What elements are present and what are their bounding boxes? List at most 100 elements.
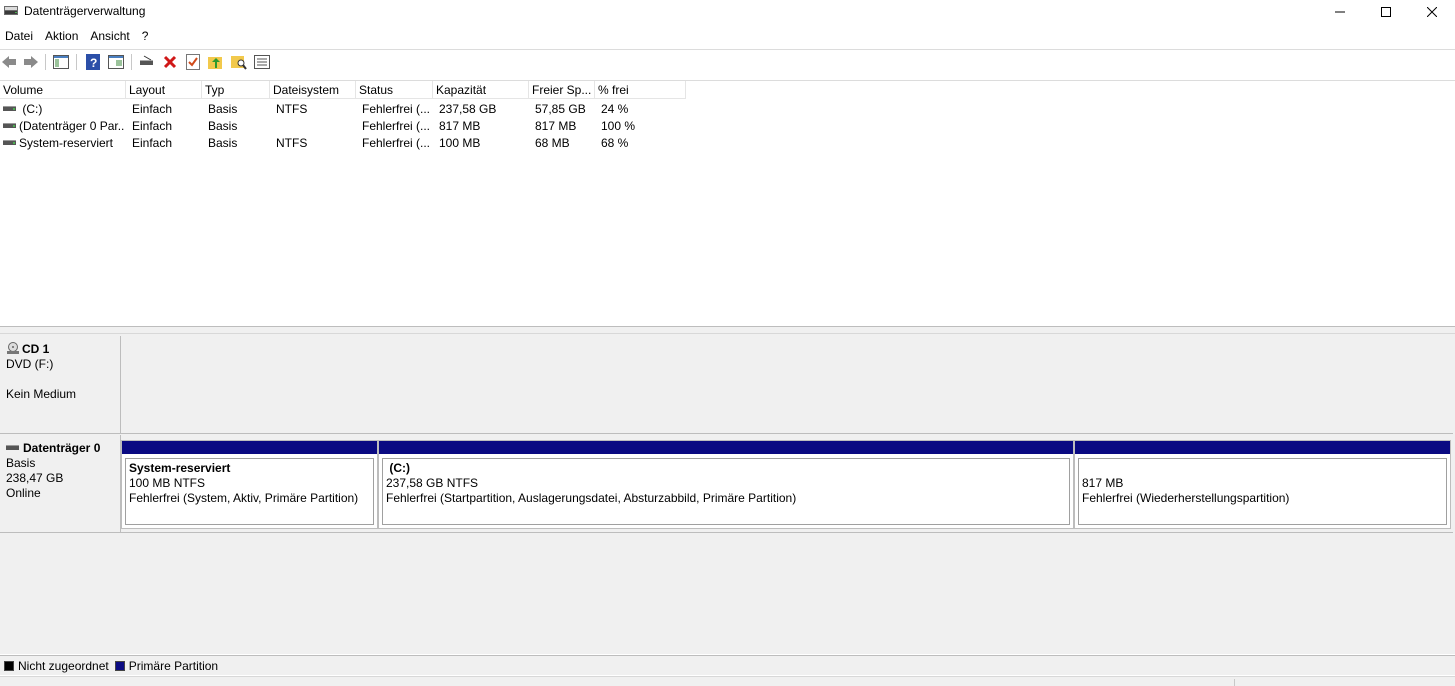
legend: Nicht zugeordnet Primäre Partition: [0, 655, 1455, 675]
legend-label: Nicht zugeordnet: [18, 658, 109, 673]
legend-item-primary: Primäre Partition: [114, 658, 219, 673]
volume-dateisystem: NTFS: [276, 136, 308, 150]
hard-disk-icon: [6, 445, 19, 450]
volume-layout: Einfach: [132, 102, 173, 116]
volume-status: Fehlerfrei (...: [362, 136, 431, 150]
close-button[interactable]: [1409, 0, 1455, 24]
properties-button[interactable]: [107, 53, 125, 71]
disk-name: CD 1: [22, 342, 50, 356]
legend-item-unallocated: Nicht zugeordnet: [4, 659, 109, 673]
partition-system-reserved[interactable]: System-reserviert 100 MB NTFS Fehlerfrei…: [121, 440, 378, 529]
check-button[interactable]: [184, 53, 202, 71]
menu-datei[interactable]: Datei: [0, 27, 39, 47]
menu-aktion[interactable]: Aktion: [39, 27, 84, 47]
volume-pct-free: 68 %: [601, 136, 629, 150]
list-view-button[interactable]: [253, 53, 271, 71]
primary-partition-bar: [122, 441, 377, 455]
volume-free: 817 MB: [535, 119, 577, 133]
volume-typ: Basis: [208, 136, 238, 150]
disk-name: Datenträger 0: [23, 441, 101, 455]
column-header-layout[interactable]: Layout: [126, 81, 202, 99]
volume-icon: [3, 123, 16, 129]
forward-arrow-icon: [24, 56, 38, 68]
partition-status: Fehlerfrei (System, Aktiv, Primäre Parti…: [129, 491, 359, 505]
column-header-volume[interactable]: Volume: [0, 81, 126, 99]
menu-ansicht[interactable]: Ansicht: [84, 27, 135, 47]
delete-icon: [163, 55, 177, 69]
minimize-button[interactable]: [1317, 0, 1363, 24]
column-header-kapazitaet[interactable]: Kapazität: [433, 81, 529, 99]
volume-row[interactable]: (C:) Einfach Basis NTFS Fehlerfrei (... …: [0, 100, 686, 117]
primary-partition-bar: [1075, 441, 1450, 455]
disk-label-cd1[interactable]: CD 1 DVD (F:) Kein Medium: [0, 336, 121, 434]
disk-label-disk0[interactable]: Datenträger 0 Basis 238,47 GB Online: [0, 435, 121, 533]
disk-strip-cd1[interactable]: [121, 336, 1453, 434]
column-header-freier-speicher[interactable]: Freier Sp...: [529, 81, 595, 99]
partition-size: 100 MB NTFS: [129, 476, 206, 490]
help-icon: ?: [86, 54, 100, 70]
delete-button[interactable]: [161, 53, 179, 71]
partition-recovery[interactable]: 817 MB Fehlerfrei (Wiederherstellungspar…: [1074, 440, 1451, 529]
disk-management-icon: [4, 6, 18, 15]
help-button[interactable]: ?: [84, 53, 102, 71]
search-folder-icon: [231, 56, 247, 70]
partition-name: (C:): [386, 461, 410, 475]
volume-status: Fehlerfrei (...: [362, 102, 431, 116]
column-header-prozent-frei[interactable]: % frei: [595, 81, 686, 99]
title-bar: Datenträgerverwaltung: [0, 0, 1455, 24]
unallocated-swatch: [4, 660, 14, 671]
menu-help[interactable]: ?: [136, 27, 155, 47]
window-title: Datenträgerverwaltung: [24, 4, 146, 18]
disk-strip-disk0: System-reserviert 100 MB NTFS Fehlerfrei…: [121, 435, 1453, 533]
primary-partition-swatch: [114, 660, 125, 671]
partition-size: 817 MB: [1082, 476, 1124, 490]
back-button[interactable]: [0, 53, 18, 71]
volume-layout: Einfach: [132, 136, 173, 150]
column-header-status[interactable]: Status: [356, 81, 433, 99]
volume-icon: [3, 140, 16, 146]
console-tree-button[interactable]: [52, 53, 70, 71]
volume-free: 68 MB: [535, 136, 570, 150]
primary-partition-bar: [379, 441, 1073, 455]
column-header-dateisystem[interactable]: Dateisystem: [270, 81, 356, 99]
partition-c[interactable]: (C:) 237,58 GB NTFS Fehlerfrei (Startpar…: [378, 440, 1074, 529]
toolbar-separator: [45, 54, 46, 70]
volume-pct-free: 24 %: [601, 102, 629, 116]
menu-bar: Datei Aktion Ansicht ?: [0, 27, 154, 47]
volume-status: Fehlerfrei (...: [362, 119, 431, 133]
legend-label: Primäre Partition: [128, 658, 219, 673]
back-arrow-icon: [2, 56, 16, 68]
toolbar-separator: [76, 54, 77, 70]
disk-graphical-view: CD 1 DVD (F:) Kein Medium Datenträger 0 …: [0, 334, 1455, 654]
partition-name: [1082, 461, 1446, 476]
volume-name: (C:): [19, 102, 43, 116]
disk-drive: DVD (F:): [6, 357, 54, 371]
maximize-button[interactable]: [1363, 0, 1409, 24]
partition-status: Fehlerfrei (Startpartition, Auslagerungs…: [386, 491, 797, 505]
pane-splitter[interactable]: [0, 326, 1455, 334]
toolbar: ?: [0, 49, 1455, 73]
svg-text:?: ?: [90, 56, 97, 70]
volume-layout: Einfach: [132, 119, 173, 133]
properties-icon: [108, 55, 124, 69]
volume-capacity: 237,58 GB: [439, 102, 497, 116]
volume-capacity: 817 MB: [439, 119, 481, 133]
forward-button[interactable]: [22, 53, 40, 71]
volume-name: System-reserviert: [19, 136, 114, 150]
up-folder-button[interactable]: [207, 53, 225, 71]
volume-row[interactable]: System-reserviert Einfach Basis NTFS Feh…: [0, 134, 686, 151]
partition-name: System-reserviert: [129, 461, 231, 475]
volume-row[interactable]: (Datenträger 0 Par... Einfach Basis Fehl…: [0, 117, 686, 134]
volume-typ: Basis: [208, 119, 238, 133]
volume-name: (Datenträger 0 Par...: [19, 119, 125, 133]
volume-pct-free: 100 %: [601, 119, 636, 133]
search-folder-button[interactable]: [230, 53, 248, 71]
column-header-typ[interactable]: Typ: [202, 81, 270, 99]
connect-disk-button[interactable]: [138, 53, 156, 71]
list-view-icon: [254, 55, 270, 69]
up-folder-icon: [208, 57, 222, 69]
connect-disk-icon: [140, 55, 153, 65]
partition-status: Fehlerfrei (Wiederherstellungspartition): [1082, 491, 1290, 505]
maximize-icon: [1381, 7, 1391, 17]
volume-capacity: 100 MB: [439, 136, 481, 150]
